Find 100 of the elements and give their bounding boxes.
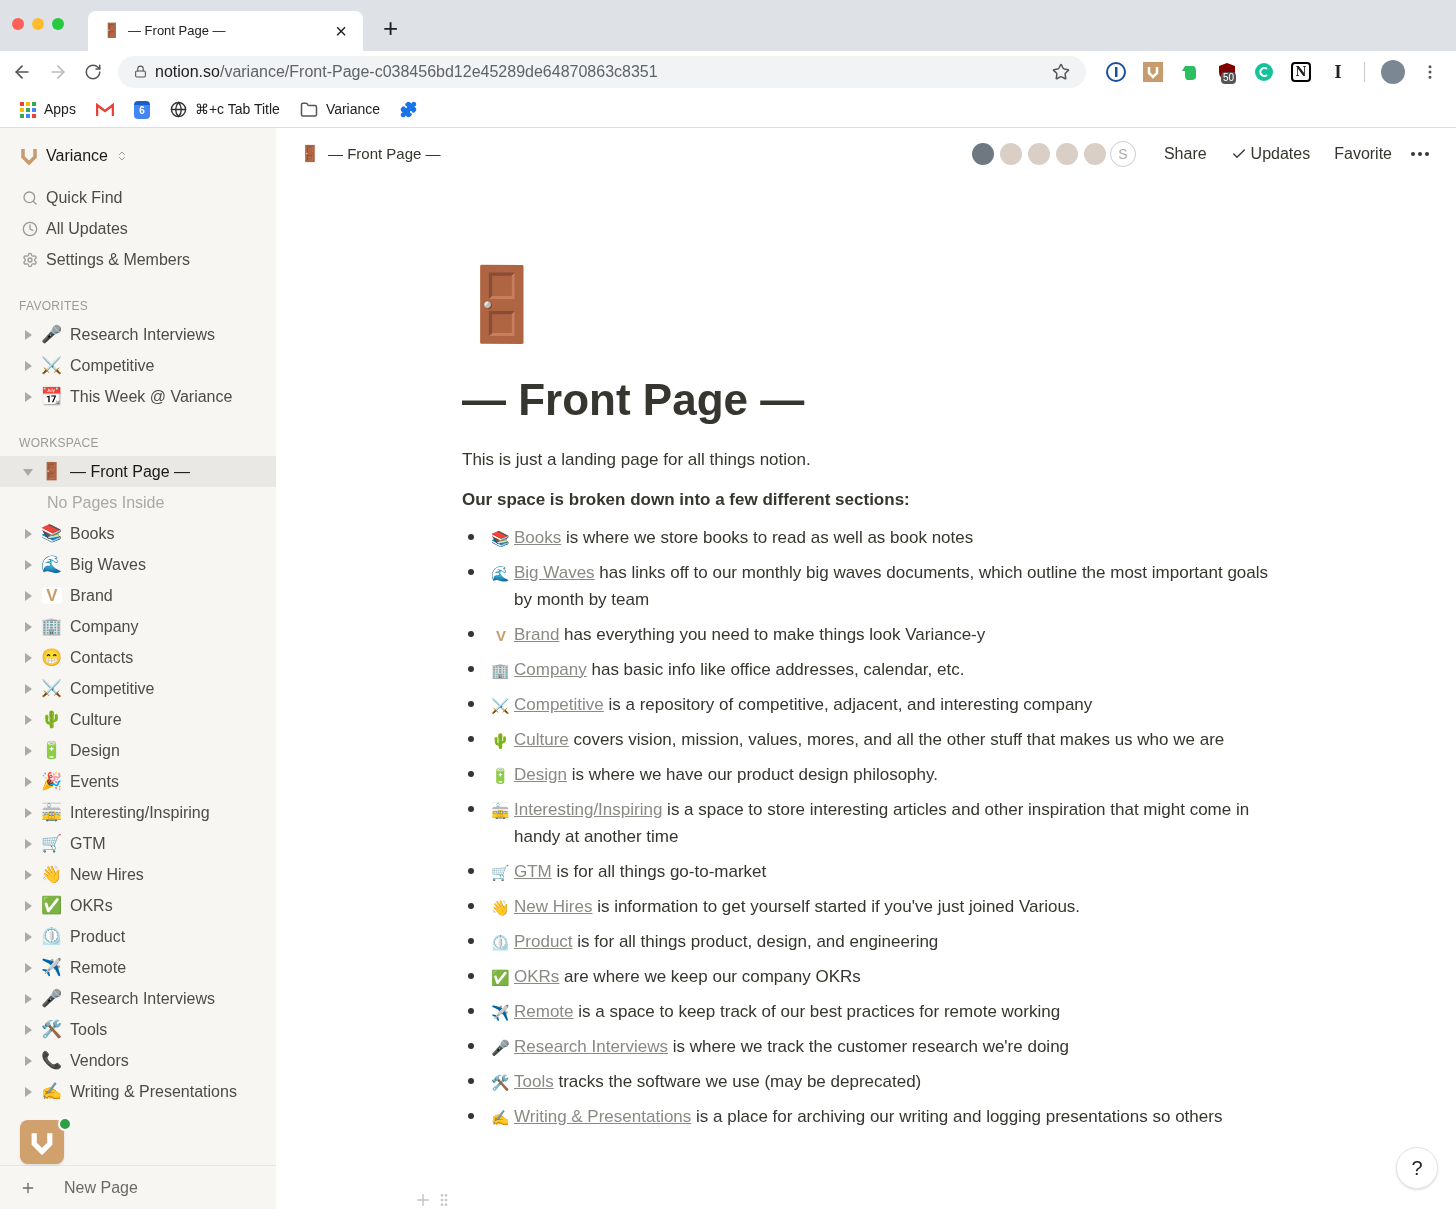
sidebar-page-item[interactable]: ⚔ Competitive	[0, 350, 276, 381]
sidebar-page-item[interactable]: 🌵 Culture	[0, 704, 276, 735]
puzzle-icon[interactable]	[400, 101, 418, 118]
add-block-icon[interactable]	[414, 1191, 432, 1209]
sidebar-page-item[interactable]: 📚 Books	[0, 518, 276, 549]
collapsed-triangle-icon[interactable]	[22, 1054, 34, 1067]
new-page-button[interactable]: New Page	[48, 1175, 138, 1200]
bookmark-star-icon[interactable]	[1052, 62, 1070, 81]
page-link[interactable]: New Hires	[514, 897, 593, 916]
collapsed-triangle-icon[interactable]	[22, 390, 34, 403]
profile-avatar[interactable]	[1381, 59, 1405, 84]
sidebar-page-item[interactable]: 📆 This Week @ Variance	[0, 381, 276, 412]
collapsed-triangle-icon[interactable]	[22, 837, 34, 850]
collapsed-triangle-icon[interactable]	[22, 713, 34, 726]
sidebar-page-item[interactable]: 🚪 — Front Page —	[0, 456, 276, 487]
variance-logo-icon	[20, 147, 38, 165]
new-tab-button[interactable]: +	[383, 10, 399, 41]
page-link[interactable]: Books	[514, 528, 562, 547]
page-title: Culture	[70, 709, 122, 730]
collapsed-triangle-icon[interactable]	[22, 868, 34, 881]
sidebar-nav-item[interactable]: All Updates	[0, 213, 276, 244]
sidebar-page-item[interactable]: ✅ OKRs	[0, 890, 276, 921]
sidebar-page-item[interactable]: ⚔ Competitive	[0, 673, 276, 704]
calendar-bookmark[interactable]: 6	[133, 100, 150, 119]
emoji-icon: ⚔	[42, 677, 62, 700]
sidebar-page-item[interactable]: 🏢 Company	[0, 611, 276, 642]
page-link[interactable]: Big Waves	[514, 563, 595, 582]
sidebar-page-item[interactable]: 🔋 Design	[0, 735, 276, 766]
page-link[interactable]: Competitive	[514, 695, 604, 714]
sidebar-page-item[interactable]: ⏲ Product	[0, 921, 276, 952]
page-link[interactable]: Research Interviews	[514, 1037, 668, 1056]
updates-button[interactable]: Updates	[1222, 142, 1319, 166]
emoji-icon: 👋	[42, 863, 62, 886]
reload-icon[interactable]	[84, 62, 102, 81]
page-link[interactable]: GTM	[514, 862, 552, 881]
page-link[interactable]: Design	[514, 765, 567, 784]
bullet-text: Interesting/Inspiring is a space to store interesting articles and other inspiration that might come in handy at another time	[514, 799, 1251, 848]
apps-bookmark[interactable]: Apps	[20, 99, 76, 120]
notion-extension-button[interactable]: N	[1291, 61, 1311, 82]
globe-bookmark[interactable]: ⌘+c Tab Title	[169, 99, 280, 120]
page-link[interactable]: Culture	[514, 730, 569, 749]
browser-tab[interactable]: 🚪 — Front Page — ×	[88, 11, 363, 51]
sidebar-nav-item[interactable]: Settings & Members	[0, 244, 276, 275]
emoji-icon: ✍	[492, 1109, 510, 1128]
tab-close-button[interactable]: ×	[335, 21, 347, 41]
sidebar-page-item[interactable]: 😁 Contacts	[0, 642, 276, 673]
instapaper-extension-button[interactable]: I	[1328, 61, 1348, 82]
sidebar-page-item[interactable]: ✍ Writing & Presentations	[0, 1076, 276, 1107]
sidebar-page-item[interactable]: 🎤 Research Interviews	[0, 983, 276, 1014]
sidebar-page-item[interactable]: 🎤 Research Interviews	[0, 319, 276, 350]
sidebar-page-item[interactable]: 🚋 Interesting/Inspiring	[0, 797, 276, 828]
collapsed-triangle-icon[interactable]	[22, 744, 34, 757]
collapsed-triangle-icon[interactable]	[22, 806, 34, 819]
sidebar-page-item[interactable]: ✈ Remote	[0, 952, 276, 983]
address-bar[interactable]: notion.so/variance/Front-Page-c038456bd12e45289de64870863c8351	[118, 55, 1086, 88]
page-link[interactable]: Product	[514, 932, 573, 951]
share-button[interactable]: Share	[1155, 142, 1215, 166]
breadcrumb-title[interactable]: — Front Page —	[328, 142, 441, 166]
page-link[interactable]: Remote	[514, 1002, 574, 1021]
page-link[interactable]: Writing & Presentations	[514, 1107, 692, 1126]
sidebar-page-item[interactable]: 🎉 Events	[0, 766, 276, 797]
emoji-icon: 📚	[42, 522, 62, 545]
folder-bookmark[interactable]: Variance	[299, 99, 381, 120]
collapsed-triangle-icon[interactable]	[22, 527, 34, 540]
page-link[interactable]: OKRs	[514, 967, 560, 986]
collapsed-triangle-icon[interactable]	[22, 651, 34, 664]
collapsed-triangle-icon[interactable]	[22, 961, 34, 974]
sidebar-page-item[interactable]: 👋 New Hires	[0, 859, 276, 890]
collapsed-triangle-icon[interactable]	[22, 682, 34, 695]
collapsed-triangle-icon[interactable]	[22, 328, 34, 341]
sidebar-page-item[interactable]: V Brand	[0, 580, 276, 611]
collapsed-triangle-icon[interactable]	[22, 589, 34, 602]
emoji-icon: 🌊	[42, 553, 62, 576]
workspace-name[interactable]: Variance	[46, 144, 108, 168]
variance-logo-icon[interactable]	[1143, 61, 1163, 82]
collapsed-triangle-icon[interactable]	[22, 899, 34, 912]
collapsed-triangle-icon[interactable]	[22, 620, 34, 633]
bullet-text: Big Waves has links off to our monthly big waves documents, which outline the most important goals by month by team	[514, 562, 1270, 611]
collapsed-triangle-icon[interactable]	[22, 992, 34, 1005]
collapsed-triangle-icon[interactable]	[22, 1023, 34, 1036]
mail-icon[interactable]	[95, 102, 114, 117]
page-link[interactable]: Tools	[514, 1072, 554, 1091]
collapsed-triangle-icon[interactable]	[22, 1085, 34, 1098]
page-link[interactable]: Brand	[514, 625, 560, 644]
help-button[interactable]: ?	[1396, 1147, 1438, 1189]
sidebar-page-item[interactable]: 📞 Vendors	[0, 1045, 276, 1076]
sidebar-page-item[interactable]: 🛒 GTM	[0, 828, 276, 859]
floating-logo-button[interactable]	[20, 1120, 64, 1164]
collapsed-triangle-icon[interactable]	[22, 558, 34, 571]
page-title: OKRs	[70, 895, 113, 916]
tab-title: — Front Page —	[128, 22, 227, 41]
collapsed-triangle-icon[interactable]	[22, 775, 34, 788]
sidebar-page-item[interactable]: 🛠 Tools	[0, 1014, 276, 1045]
sidebar-page-item[interactable]: 🌊 Big Waves	[0, 549, 276, 580]
collapsed-triangle-icon[interactable]	[22, 930, 34, 943]
page-link[interactable]: Interesting/Inspiring	[514, 800, 663, 819]
page-link[interactable]: Company	[514, 660, 587, 679]
collapsed-triangle-icon[interactable]	[22, 359, 34, 372]
favorite-button[interactable]: Favorite	[1326, 142, 1400, 166]
sidebar-nav-item[interactable]: Quick Find	[0, 182, 276, 213]
